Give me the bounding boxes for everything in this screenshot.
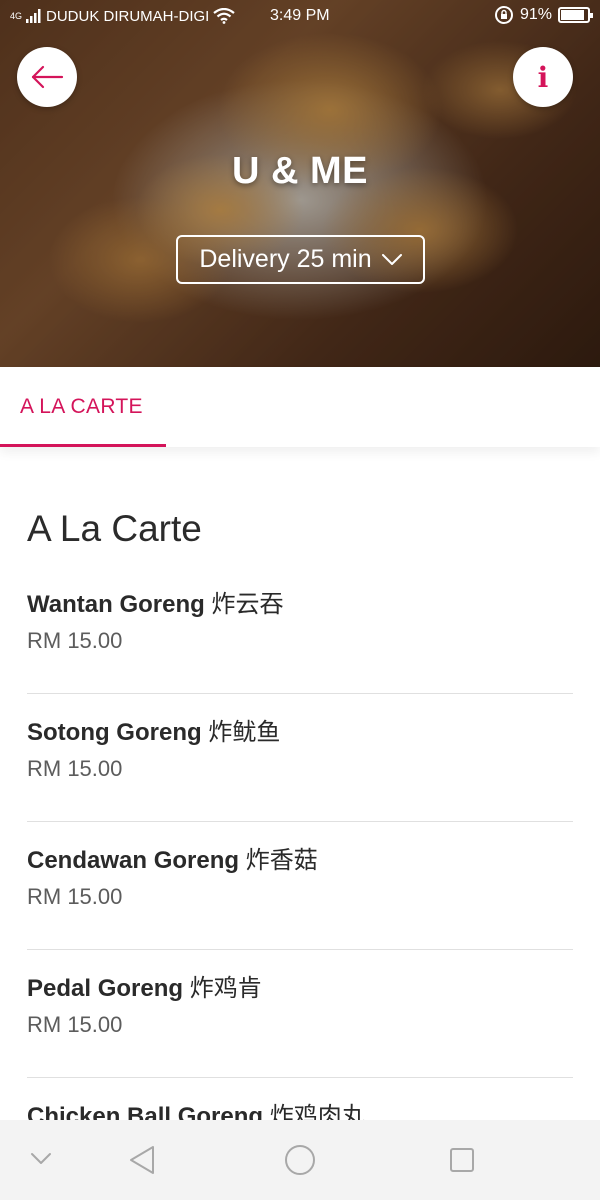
menu-item[interactable]: Wantan Goreng 炸云吞 RM 15.00	[27, 566, 573, 694]
signal-icon	[26, 9, 41, 23]
menu-item-name-latin: Pedal Goreng	[27, 975, 184, 1002]
info-icon: i	[537, 60, 549, 94]
menu-item-price: RM 15.00	[27, 1012, 123, 1037]
chevron-down-icon[interactable]	[30, 1152, 52, 1166]
menu-item-name: Cendawan Goreng 炸香菇	[27, 840, 318, 875]
menu-item-price: RM 15.00	[27, 884, 123, 909]
menu-item-name: Pedal Goreng 炸鸡肯	[27, 968, 262, 1003]
menu-item-price: RM 15.00	[27, 756, 123, 781]
menu-item-name-chinese: 炸香菇	[245, 847, 318, 874]
restaurant-name: U & ME	[232, 150, 368, 192]
menu-item[interactable]: Sotong Goreng 炸鱿鱼 RM 15.00	[27, 694, 573, 822]
status-left: 4G DUDUK DIRUMAH-DIGI	[10, 7, 236, 25]
menu-item[interactable]: Pedal Goreng 炸鸡肯 RM 15.00	[27, 950, 573, 1078]
menu-item-price: RM 15.00	[27, 628, 123, 653]
menu-item-name-latin: Wantan Goreng	[27, 591, 205, 618]
arrow-left-icon	[31, 65, 64, 89]
carrier-name: DUDUK DIRUMAH-DIGI	[46, 7, 210, 25]
wifi-icon	[213, 8, 236, 24]
home-circle-icon[interactable]	[284, 1144, 316, 1176]
info-button[interactable]: i	[513, 47, 573, 107]
rotation-lock-icon	[494, 6, 513, 24]
tab-active-indicator	[0, 444, 166, 447]
menu-list: Wantan Goreng 炸云吞 RM 15.00 Sotong Goreng…	[27, 566, 573, 1200]
back-triangle-icon[interactable]	[128, 1145, 156, 1175]
system-navigation-bar	[0, 1120, 600, 1200]
status-time: 3:49 PM	[270, 7, 330, 24]
status-right: 91%	[494, 5, 593, 25]
back-button[interactable]	[17, 47, 77, 107]
menu-item[interactable]: Cendawan Goreng 炸香菇 RM 15.00	[27, 822, 573, 950]
recents-square-icon[interactable]	[449, 1147, 475, 1173]
battery-icon	[558, 7, 593, 23]
delivery-time-selector[interactable]: Delivery 25 min	[176, 235, 425, 284]
menu-item-name-chinese: 炸鱿鱼	[208, 719, 281, 746]
battery-level	[561, 10, 585, 20]
battery-percent: 91%	[519, 6, 552, 23]
status-bar: 4G DUDUK DIRUMAH-DIGI 3:49 PM 91%	[0, 0, 600, 32]
category-tabs: A LA CARTE	[0, 367, 600, 447]
delivery-label: Delivery 25 min	[199, 245, 372, 273]
menu-item-name-latin: Sotong Goreng	[27, 719, 202, 746]
tab-a-la-carte[interactable]: A LA CARTE	[0, 367, 166, 447]
menu-item-name-latin: Cendawan Goreng	[27, 847, 240, 874]
menu-item-name: Sotong Goreng 炸鱿鱼	[27, 712, 280, 747]
network-type: 4G	[10, 10, 23, 21]
hero-banner: 4G DUDUK DIRUMAH-DIGI 3:49 PM 91% i U & …	[0, 0, 600, 367]
menu-item-name-chinese: 炸鸡肯	[189, 975, 262, 1002]
menu-item-name: Wantan Goreng 炸云吞	[27, 584, 283, 619]
menu-item-name-chinese: 炸云吞	[211, 591, 284, 618]
chevron-down-icon	[381, 253, 402, 265]
tab-label: A LA CARTE	[20, 395, 143, 418]
section-title: A La Carte	[27, 508, 202, 549]
